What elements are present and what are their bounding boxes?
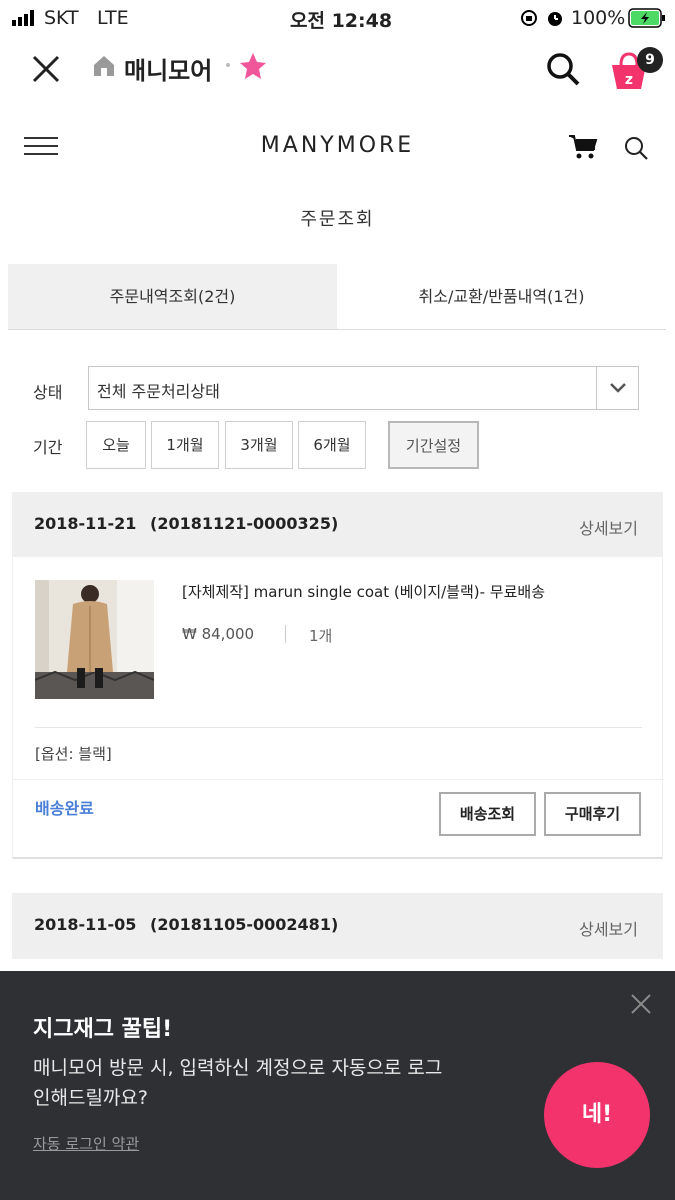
item-divider	[35, 727, 642, 728]
order-date: 2018-11-05	[34, 915, 137, 934]
page-title: 주문조회	[300, 209, 375, 230]
product-thumbnail[interactable]	[35, 580, 154, 699]
order-detail-link[interactable]: 상세보기	[579, 916, 638, 940]
status-select-value: 전체 주문처리상태	[97, 382, 220, 401]
rotation-lock-icon	[520, 9, 538, 32]
battery-percent: 100%	[571, 7, 626, 29]
shop-header: MANYMORE	[0, 106, 675, 190]
product-quantity: 1개	[309, 627, 333, 645]
shop-search-icon[interactable]	[624, 136, 650, 166]
order-tabs: 주문내역조회(2건) 취소/교환/반품내역(1건)	[8, 264, 666, 330]
chevron-down-icon[interactable]	[596, 367, 638, 409]
write-review-button[interactable]: 구매후기	[544, 792, 641, 836]
search-icon[interactable]	[545, 51, 581, 91]
period-1month-button[interactable]: 1개월	[151, 421, 219, 469]
tab-cancel-exchange-return[interactable]: 취소/교환/반품내역(1건)	[337, 264, 666, 329]
product-price: ₩ 84,000	[182, 625, 255, 643]
status-filter-label: 상태	[33, 383, 63, 402]
carrier-label: SKT	[44, 7, 79, 29]
tab-order-history[interactable]: 주문내역조회(2건)	[8, 264, 337, 329]
clock: 오전 12:48	[290, 10, 393, 32]
cart-count-badge: 9	[637, 47, 663, 73]
auto-login-toast: 지그재그 꿀팁! 매니모어 방문 시, 입력하신 계정으로 자동으로 로그인해드…	[0, 971, 675, 1200]
tab-label: 주문내역조회(2건)	[109, 287, 236, 306]
alarm-icon	[545, 8, 565, 33]
status-select[interactable]: 전체 주문처리상태	[88, 366, 639, 410]
svg-text:z: z	[625, 72, 633, 88]
auto-login-terms-link[interactable]: 자동 로그인 약관	[33, 1133, 139, 1154]
shipping-status: 배송완료	[35, 799, 94, 818]
track-shipment-button[interactable]: 배송조회	[439, 792, 536, 836]
custom-period-button[interactable]: 기간설정	[388, 421, 479, 469]
close-toast-icon[interactable]	[630, 993, 652, 1019]
separator-dot	[226, 63, 230, 67]
cart-count: 9	[645, 52, 655, 68]
battery-icon	[628, 8, 666, 33]
confirm-auto-login-button[interactable]: 네!	[544, 1062, 650, 1168]
close-icon[interactable]	[30, 53, 62, 89]
tab-label: 취소/교환/반품내역(1건)	[418, 287, 585, 306]
status-bar: SKT LTE 오전 12:48 100%	[0, 0, 675, 36]
order-detail-link[interactable]: 상세보기	[579, 515, 638, 539]
star-icon[interactable]	[238, 51, 268, 85]
shopping-cart-icon[interactable]	[568, 134, 598, 164]
price-qty-divider	[285, 625, 286, 643]
store-home-icon[interactable]	[92, 54, 116, 82]
order-number: (20181105-0002481)	[150, 915, 339, 934]
order-item: [자체제작] marun single coat (베이지/블랙)- 무료배송 …	[12, 557, 664, 859]
order-number: (20181121-0000325)	[150, 514, 339, 533]
order-date: 2018-11-21	[34, 514, 137, 533]
period-filter-label: 기간	[33, 438, 63, 457]
product-option: [옵션: 블랙]	[35, 745, 112, 763]
period-6month-button[interactable]: 6개월	[298, 421, 366, 469]
product-name[interactable]: [자체제작] marun single coat (베이지/블랙)- 무료배송	[182, 581, 545, 602]
period-3month-button[interactable]: 3개월	[225, 421, 293, 469]
order-header: 2018-11-05 (20181105-0002481) 상세보기	[12, 893, 663, 959]
network-label: LTE	[97, 7, 129, 29]
store-name[interactable]: 매니모어	[124, 51, 212, 86]
app-bar: 매니모어 z 9	[0, 36, 675, 106]
action-divider	[13, 779, 664, 780]
period-today-button[interactable]: 오늘	[86, 421, 146, 469]
order-header: 2018-11-21 (20181121-0000325) 상세보기	[12, 492, 663, 558]
signal-icon	[12, 9, 38, 31]
toast-title: 지그재그 꿀팁!	[33, 1017, 173, 1042]
toast-message: 매니모어 방문 시, 입력하신 계정으로 자동으로 로그인해드릴까요?	[33, 1057, 443, 1109]
